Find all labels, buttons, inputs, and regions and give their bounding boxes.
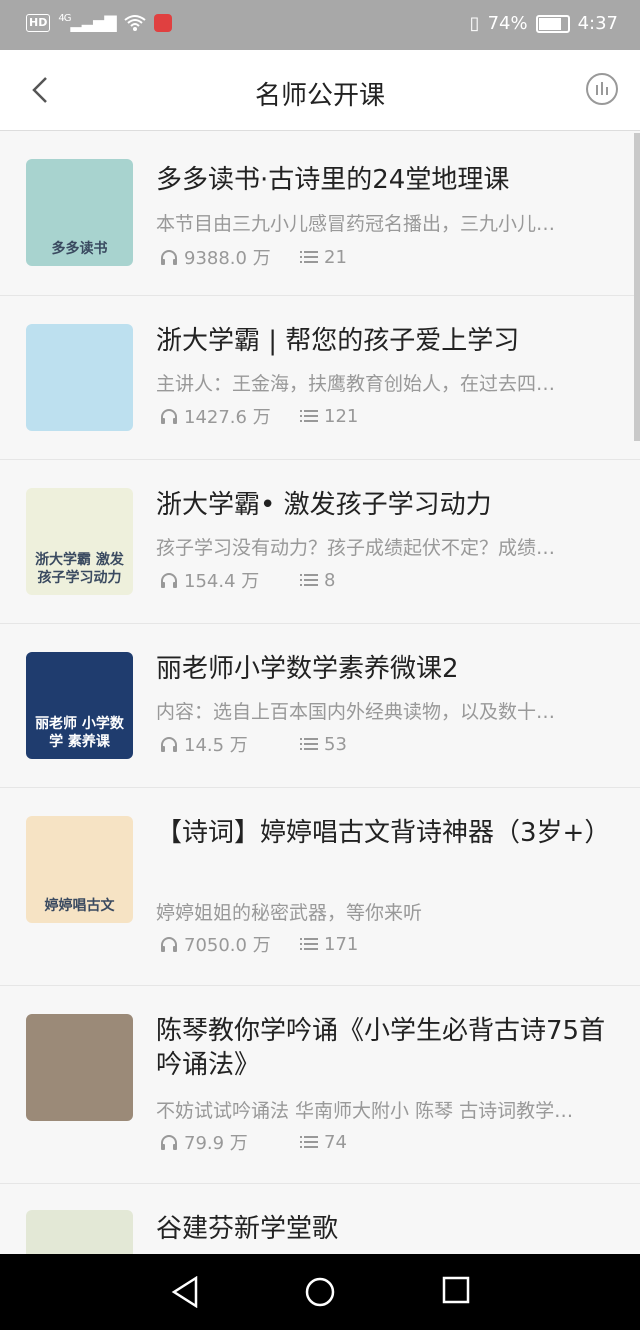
network-type-label: 4G (58, 13, 71, 24)
episode-count: 121 (300, 406, 358, 427)
play-count: 9388.0 万 (160, 244, 300, 270)
page-title: 名师公开课 (254, 81, 385, 111)
list-icon (300, 738, 318, 750)
course-item[interactable]: 浙大学霸 激发孩子学习动力 浙大学霸• 激发孩子学习动力孩子学习没有动力？孩子成绩… (0, 460, 640, 624)
course-item[interactable]: 多多读书 多多读书·古诗里的24堂地理课本节目由三九小儿感冒药冠名播出，三九小儿…… (0, 131, 640, 296)
course-title[interactable]: 丽老师小学数学素养微课2 (156, 652, 616, 686)
course-thumbnail[interactable]: 丽老师 小学数学 素养课 (26, 652, 133, 759)
equalizer-icon (596, 82, 608, 95)
episode-count-value: 74 (324, 1131, 347, 1153)
course-thumbnail[interactable]: 多多读书 (26, 159, 133, 266)
scrollbar-thumb[interactable] (634, 133, 640, 441)
headphones-icon (161, 737, 177, 752)
episode-count-value: 21 (324, 246, 347, 268)
course-item[interactable]: 婷婷唱古文 【诗词】婷婷唱古文背诗神器（3岁+） 婷婷姐姐的秘密武器，等你来听 705… (0, 788, 640, 986)
course-meta: 1427.6 万 121 (160, 403, 358, 429)
episode-count-value: 121 (324, 405, 359, 427)
course-item[interactable]: 浙大学霸 | 帮您的孩子爱上学习主讲人：王金海，扶鹰教育创始人，在过去四… 142… (0, 296, 640, 460)
episode-count-value: 8 (324, 569, 336, 591)
play-count-value: 79.9 万 (184, 1133, 248, 1154)
playing-stats-button[interactable] (586, 73, 618, 105)
course-title[interactable]: 多多读书·古诗里的24堂地理课 (156, 163, 616, 197)
vibrate-icon: ▯ (469, 13, 480, 34)
course-thumbnail[interactable] (26, 1014, 133, 1121)
nav-home-icon[interactable] (304, 1276, 336, 1308)
episode-count: 21 (300, 247, 347, 268)
list-icon (300, 574, 318, 586)
list-icon (300, 410, 318, 422)
headphones-icon (161, 409, 177, 424)
course-item[interactable]: 丽老师 小学数学 素养课 丽老师小学数学素养微课2 内容：选自上百本国内外经典读物，… (0, 624, 640, 788)
signal-icon: 4G▂▃▅▇ (58, 13, 116, 32)
list-icon (300, 938, 318, 950)
course-meta: 9388.0 万 21 (160, 244, 347, 270)
play-count-value: 9388.0 万 (184, 248, 271, 269)
course-meta: 14.5 万 53 (160, 731, 347, 757)
episode-count: 53 (300, 734, 347, 755)
play-count-value: 154.4 万 (184, 571, 260, 592)
play-count-value: 7050.0 万 (184, 935, 271, 956)
course-title[interactable]: 浙大学霸• 激发孩子学习动力 (156, 488, 616, 522)
course-item[interactable]: 陈琴教你学吟诵《小学生必背古诗75首吟诵法》不妨试试吟诵法 华南师大附小 陈琴 … (0, 986, 640, 1184)
play-count-value: 1427.6 万 (184, 407, 271, 428)
play-count: 1427.6 万 (160, 403, 300, 429)
headphones-icon (161, 1135, 177, 1150)
course-description: 本节目由三九小儿感冒药冠名播出，三九小儿… (156, 213, 556, 235)
list-icon (300, 1136, 318, 1148)
app-notification-icon (153, 13, 172, 32)
system-nav-bar (0, 1254, 640, 1330)
course-meta: 154.4 万 8 (160, 567, 335, 593)
headphones-icon (161, 250, 177, 265)
thumbnail-text: 浙大学霸 激发孩子学习动力 (35, 552, 124, 586)
status-left: HD 4G▂▃▅▇ (26, 13, 172, 32)
course-title[interactable]: 浙大学霸 | 帮您的孩子爱上学习 (156, 324, 616, 358)
wifi-icon (124, 14, 146, 31)
thumbnail-text: 丽老师 小学数学 素养课 (35, 716, 124, 750)
course-description: 内容：选自上百本国内外经典读物，以及数十… (156, 701, 556, 723)
episode-count-value: 171 (324, 933, 359, 955)
play-count: 154.4 万 (160, 567, 300, 593)
battery-percent: 74% (487, 13, 528, 34)
course-description: 婷婷姐姐的秘密武器，等你来听 (156, 902, 423, 924)
play-count: 79.9 万 (160, 1129, 300, 1155)
course-list: 多多读书 多多读书·古诗里的24堂地理课本节目由三九小儿感冒药冠名播出，三九小儿…… (0, 131, 640, 1317)
course-description: 不妨试试吟诵法 华南师大附小 陈琴 古诗词教学… (156, 1100, 574, 1122)
status-right: ▯ 74% 4:37 (470, 13, 618, 34)
clock: 4:37 (577, 13, 618, 34)
nav-back-icon[interactable] (170, 1276, 200, 1308)
course-description: 主讲人：王金海，扶鹰教育创始人，在过去四… (156, 373, 556, 395)
course-title[interactable]: 【诗词】婷婷唱古文背诗神器（3岁+） (156, 816, 616, 850)
course-meta: 79.9 万 74 (160, 1129, 347, 1155)
status-bar: HD 4G▂▃▅▇ ▯ 74% 4:37 (0, 0, 640, 50)
play-count: 14.5 万 (160, 731, 300, 757)
episode-count: 8 (300, 570, 335, 591)
battery-icon (535, 14, 570, 33)
headphones-icon (161, 937, 177, 952)
course-meta: 7050.0 万 171 (160, 931, 358, 957)
episode-count: 171 (300, 934, 358, 955)
battery-fill (538, 17, 561, 30)
course-title[interactable]: 谷建芬新学堂歌 (156, 1212, 616, 1246)
course-item[interactable]: 谷建芬新学堂歌 (0, 1184, 640, 1317)
app-header: 名师公开课 (0, 50, 640, 131)
headphones-icon (161, 573, 177, 588)
nav-recents-icon[interactable] (442, 1276, 470, 1304)
course-title[interactable]: 陈琴教你学吟诵《小学生必背古诗75首吟诵法》 (156, 1014, 616, 1082)
episode-count: 74 (300, 1132, 347, 1153)
episode-count-value: 53 (324, 733, 347, 755)
play-count-value: 14.5 万 (184, 735, 248, 756)
thumbnail-text: 多多读书 (51, 241, 108, 257)
list-icon (300, 251, 318, 263)
course-thumbnail[interactable]: 婷婷唱古文 (26, 816, 133, 923)
course-description: 孩子学习没有动力？孩子成绩起伏不定？成绩… (156, 537, 556, 559)
course-thumbnail[interactable]: 浙大学霸 激发孩子学习动力 (26, 488, 133, 595)
thumbnail-text: 婷婷唱古文 (44, 898, 115, 914)
hd-voice-icon: HD (26, 13, 51, 32)
play-count: 7050.0 万 (160, 931, 300, 957)
course-thumbnail[interactable] (26, 324, 133, 431)
